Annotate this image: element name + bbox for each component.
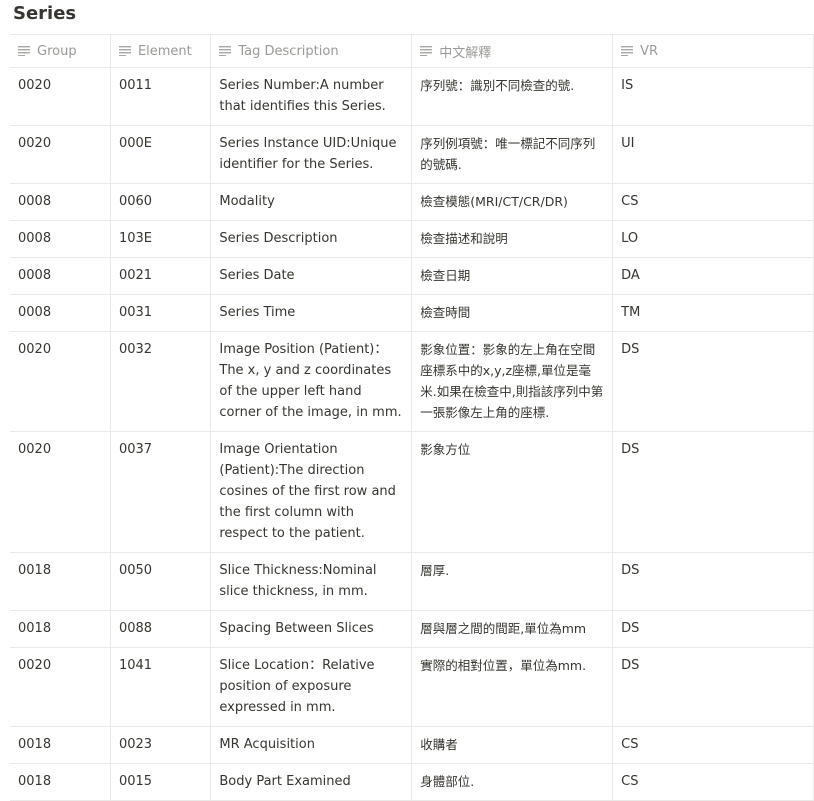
cell-group[interactable]: 0008 <box>10 183 111 221</box>
cell-group[interactable]: 0020 <box>10 647 111 727</box>
cell-element[interactable]: 0031 <box>110 294 212 332</box>
cell-element[interactable]: 0011 <box>110 67 212 126</box>
text-lines-icon <box>219 46 232 56</box>
cell-chinese[interactable]: 檢查模態(MRI/CT/CR/DR) <box>411 183 614 221</box>
cell-group[interactable]: 0020 <box>10 125 111 184</box>
cell-chinese[interactable]: 層與層之間的間距,單位為mm <box>411 610 614 648</box>
page-title: Series <box>13 3 77 24</box>
cell-group[interactable]: 0020 <box>10 331 111 432</box>
column-header-label: Group <box>37 43 77 59</box>
table-row[interactable]: 0008 0021 Series Date 檢查日期 DA <box>10 257 814 295</box>
column-header-label: VR <box>640 43 659 59</box>
cell-group[interactable]: 0008 <box>10 257 111 295</box>
table-row[interactable]: 0020 0032 Image Position (Patient)：The x… <box>10 331 814 432</box>
cell-chinese[interactable]: 影象方位 <box>411 431 614 553</box>
table-row[interactable]: 0018 0023 MR Acquisition 收購者 CS <box>10 726 814 764</box>
text-lines-icon <box>118 46 132 56</box>
column-header-label: Element <box>137 43 192 59</box>
table-row[interactable]: 0018 0050 Slice Thickness:Nominal slice … <box>10 552 814 611</box>
cell-element[interactable]: 0021 <box>110 257 212 295</box>
table-row[interactable]: 0008 0031 Series Time 檢查時間 TM <box>10 294 814 332</box>
cell-chinese[interactable]: 檢查日期 <box>411 257 614 295</box>
cell-vr[interactable]: DS <box>612 552 814 611</box>
cell-chinese[interactable]: 實際的相對位置，單位為mm. <box>411 647 614 727</box>
cell-tag-description[interactable]: Modality <box>210 183 413 221</box>
cell-tag-description[interactable]: Slice Location：Relative position of expo… <box>210 647 413 727</box>
cell-group[interactable]: 0018 <box>10 552 111 611</box>
column-header-label: Tag Description <box>238 43 339 59</box>
cell-element[interactable]: 0032 <box>110 331 212 432</box>
cell-group[interactable]: 0018 <box>10 763 111 801</box>
cell-vr[interactable]: DS <box>612 331 814 432</box>
cell-tag-description[interactable]: Series Number:A number that identifies t… <box>210 67 413 126</box>
cell-vr[interactable]: IS <box>612 67 814 126</box>
cell-vr[interactable]: DS <box>612 610 814 648</box>
cell-tag-description[interactable]: Image Position (Patient)：The x, y and z … <box>210 331 413 432</box>
cell-element[interactable]: 0060 <box>110 183 212 221</box>
cell-group[interactable]: 0020 <box>10 67 111 126</box>
text-lines-icon <box>621 46 634 56</box>
data-table: Group Element Tag Description 中文解釋 VR 00… <box>10 35 814 801</box>
cell-chinese[interactable]: 序列例項號：唯一標記不同序列的號碼. <box>411 125 614 184</box>
cell-chinese[interactable]: 影象位置：影象的左上角在空間座標系中的x,y,z座標,單位是毫米.如果在檢查中,… <box>411 331 614 432</box>
table-row[interactable]: 0018 0088 Spacing Between Slices 層與層之間的間… <box>10 610 814 648</box>
cell-vr[interactable]: CS <box>612 763 814 801</box>
cell-vr[interactable]: LO <box>612 220 814 258</box>
cell-vr[interactable]: UI <box>612 125 814 184</box>
cell-tag-description[interactable]: Slice Thickness:Nominal slice thickness,… <box>210 552 413 611</box>
table-header-row: Group Element Tag Description 中文解釋 VR <box>10 35 814 68</box>
cell-chinese[interactable]: 身體部位. <box>411 763 614 801</box>
table-row[interactable]: 0008 103E Series Description 檢查描述和說明 LO <box>10 220 814 258</box>
cell-vr[interactable]: CS <box>612 183 814 221</box>
cell-element[interactable]: 1041 <box>110 647 212 727</box>
text-lines-icon <box>420 46 433 56</box>
column-header-element[interactable]: Element <box>110 35 212 68</box>
table-row[interactable]: 0020 1041 Slice Location：Relative positi… <box>10 647 814 727</box>
cell-tag-description[interactable]: Series Date <box>210 257 413 295</box>
cell-chinese[interactable]: 收購者 <box>411 726 614 764</box>
cell-group[interactable]: 0008 <box>10 220 111 258</box>
cell-element[interactable]: 0015 <box>110 763 212 801</box>
cell-element[interactable]: 0037 <box>110 431 212 553</box>
cell-tag-description[interactable]: Series Instance UID:Unique identifier fo… <box>210 125 413 184</box>
table-row[interactable]: 0020 0011 Series Number:A number that id… <box>10 67 814 126</box>
cell-vr[interactable]: DA <box>612 257 814 295</box>
column-header-tag-description[interactable]: Tag Description <box>210 35 413 68</box>
cell-vr[interactable]: CS <box>612 726 814 764</box>
cell-group[interactable]: 0008 <box>10 294 111 332</box>
column-header-label: 中文解釋 <box>439 45 492 61</box>
table-row[interactable]: 0018 0015 Body Part Examined 身體部位. CS <box>10 763 814 801</box>
cell-element[interactable]: 0023 <box>110 726 212 764</box>
cell-group[interactable]: 0018 <box>10 610 111 648</box>
column-header-chinese[interactable]: 中文解釋 <box>411 35 614 68</box>
cell-chinese[interactable]: 檢查描述和說明 <box>411 220 614 258</box>
cell-chinese[interactable]: 序列號：識別不同檢查的號. <box>411 67 614 126</box>
cell-chinese[interactable]: 層厚. <box>411 552 614 611</box>
table-row[interactable]: 0020 000E Series Instance UID:Unique ide… <box>10 125 814 184</box>
column-header-group[interactable]: Group <box>10 35 111 68</box>
cell-element[interactable]: 103E <box>110 220 212 258</box>
cell-tag-description[interactable]: MR Acquisition <box>210 726 413 764</box>
cell-tag-description[interactable]: Series Description <box>210 220 413 258</box>
cell-vr[interactable]: DS <box>612 431 814 553</box>
cell-chinese[interactable]: 檢查時間 <box>411 294 614 332</box>
cell-element[interactable]: 000E <box>110 125 212 184</box>
cell-vr[interactable]: DS <box>612 647 814 727</box>
cell-tag-description[interactable]: Body Part Examined <box>210 763 413 801</box>
cell-group[interactable]: 0020 <box>10 431 111 553</box>
cell-tag-description[interactable]: Image Orientation (Patient):The directio… <box>210 431 413 553</box>
text-lines-icon <box>18 46 31 56</box>
series-table: Group Element Tag Description 中文解釋 VR 00… <box>10 34 814 801</box>
cell-element[interactable]: 0088 <box>110 610 212 648</box>
cell-element[interactable]: 0050 <box>110 552 212 611</box>
cell-vr[interactable]: TM <box>612 294 814 332</box>
table-row[interactable]: 0020 0037 Image Orientation (Patient):Th… <box>10 431 814 553</box>
table-row[interactable]: 0008 0060 Modality 檢查模態(MRI/CT/CR/DR) CS <box>10 183 814 221</box>
cell-group[interactable]: 0018 <box>10 726 111 764</box>
cell-tag-description[interactable]: Spacing Between Slices <box>210 610 413 648</box>
column-header-vr[interactable]: VR <box>612 35 814 68</box>
cell-tag-description[interactable]: Series Time <box>210 294 413 332</box>
